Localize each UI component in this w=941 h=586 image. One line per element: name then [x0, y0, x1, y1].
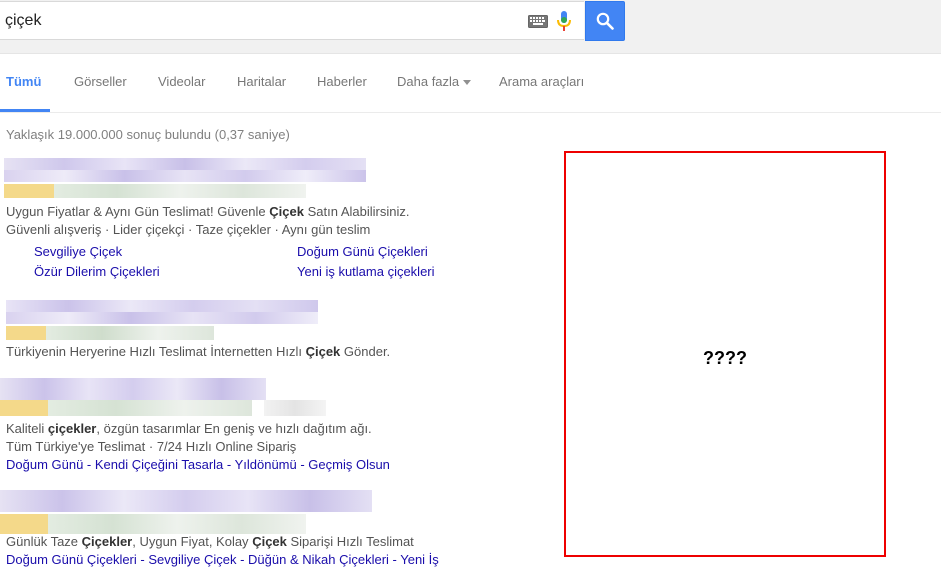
keyboard-icon[interactable] [528, 15, 548, 28]
result-2-snippet: Türkiyenin Heryerine Hızlı Teslimat İnte… [6, 344, 391, 359]
tab-all[interactable]: Tümü [6, 74, 41, 89]
tab-more-label: Daha fazla [397, 74, 460, 89]
search-tabs: Tümü Görseller Videolar Haritalar Haberl… [0, 54, 941, 113]
blurred-ad-header [0, 378, 326, 418]
tab-images[interactable]: Görseller [74, 74, 127, 89]
tab-search-tools[interactable]: Arama araçları [499, 74, 584, 89]
top-bar [0, 0, 941, 54]
blurred-ad-header [6, 300, 318, 340]
highlight-box-text: ???? [703, 348, 747, 368]
tab-videos[interactable]: Videolar [158, 74, 205, 89]
microphone-icon[interactable] [557, 11, 571, 33]
result-stats: Yaklaşık 19.000.000 sonuç bulundu (0,37 … [6, 127, 290, 142]
chevron-down-icon [463, 80, 472, 86]
result-3-snippet-2: Tüm Türkiye'ye Teslimat · 7/24 Hızlı Onl… [6, 439, 297, 454]
sitelink[interactable]: Yeni iş kutlama çiçekleri [297, 264, 435, 279]
search-button[interactable] [585, 1, 625, 41]
sitelink[interactable]: Doğum Günü Çiçekleri [297, 244, 428, 259]
result-3-links[interactable]: Doğum Günü - Kendi Çiçeğini Tasarla - Yı… [6, 457, 390, 472]
search-input[interactable] [5, 10, 505, 32]
blurred-ad-header [0, 490, 372, 534]
active-tab-indicator [0, 109, 50, 112]
blurred-ad-header [4, 158, 366, 198]
sitelink[interactable]: Sevgiliye Çiçek [34, 244, 122, 259]
tab-maps[interactable]: Haritalar [237, 74, 286, 89]
result-1-snippet-2: Güvenli alışveriş · Lider çiçekçi · Taze… [6, 222, 371, 237]
search-icon [596, 12, 614, 30]
sitelink[interactable]: Özür Dilerim Çiçekleri [34, 264, 160, 279]
highlight-box: ???? [564, 151, 886, 557]
result-1-snippet: Uygun Fiyatlar & Aynı Gün Teslimat! Güve… [6, 204, 410, 219]
result-3-snippet: Kaliteli çiçekler, özgün tasarımlar En g… [6, 421, 372, 436]
search-box[interactable] [0, 1, 584, 40]
result-4-snippet: Günlük Taze Çiçekler, Uygun Fiyat, Kolay… [6, 534, 414, 549]
tab-more[interactable]: Daha fazla [397, 74, 472, 89]
result-4-links[interactable]: Doğum Günü Çiçekleri - Sevgiliye Çiçek -… [6, 552, 439, 567]
tab-news[interactable]: Haberler [317, 74, 367, 89]
